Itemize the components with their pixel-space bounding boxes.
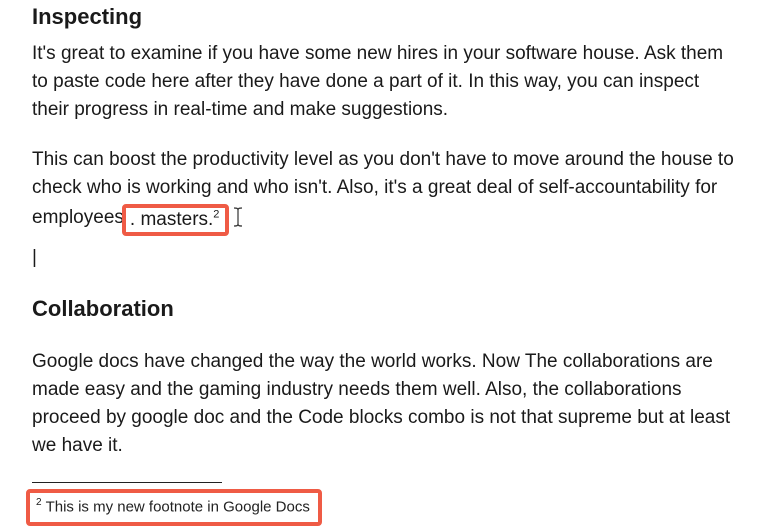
editing-caret[interactable]: |: [32, 244, 736, 272]
highlighted-text: . masters.: [130, 209, 213, 230]
heading-inspecting: Inspecting: [32, 0, 736, 40]
footnote-number: 2: [36, 497, 42, 508]
spacer: [32, 332, 736, 348]
footnote-text[interactable]: This is my new footnote in Google Docs: [46, 498, 310, 515]
document-page: Inspecting It's great to examine if you …: [0, 0, 768, 526]
annotation-highlight-box-footnote: 2 This is my new footnote in Google Docs: [26, 489, 322, 526]
footnote-reference[interactable]: 2: [213, 209, 219, 221]
paragraph-inspecting-2[interactable]: This can boost the productivity level as…: [32, 146, 736, 234]
heading-collaboration: Collaboration: [32, 292, 736, 332]
paragraph-collaboration-1[interactable]: Google docs have changed the way the wor…: [32, 348, 736, 460]
paragraph-inspecting-1[interactable]: It's great to examine if you have some n…: [32, 40, 736, 124]
footnote-separator: [32, 482, 222, 483]
annotation-highlight-box: . masters.2: [122, 204, 230, 236]
